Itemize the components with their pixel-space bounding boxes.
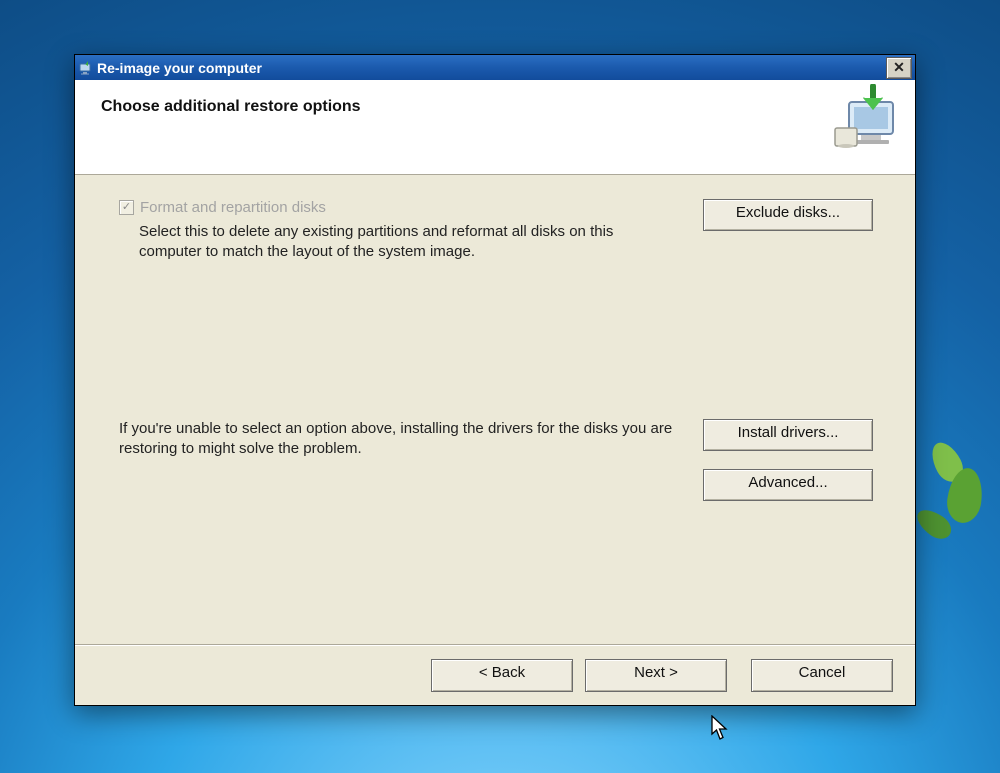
cursor-icon xyxy=(711,715,729,741)
install-drivers-button[interactable]: Install drivers... xyxy=(703,419,873,451)
back-button[interactable]: < Back xyxy=(431,659,573,692)
window-title: Re-image your computer xyxy=(97,60,886,76)
install-drivers-hint: If you're unable to select an option abo… xyxy=(119,419,679,458)
checkmark-icon: ✓ xyxy=(122,202,131,213)
close-button[interactable]: ✕ xyxy=(886,57,912,79)
wizard-header: Choose additional restore options xyxy=(75,80,915,175)
next-button[interactable]: Next > xyxy=(585,659,727,692)
desktop-background: Re-image your computer ✕ Choose addition… xyxy=(0,0,1000,773)
format-repartition-checkbox[interactable]: ✓ xyxy=(119,200,134,215)
checkbox-label: Format and repartition disks xyxy=(140,199,326,216)
app-icon xyxy=(78,60,94,76)
reimage-dialog: Re-image your computer ✕ Choose addition… xyxy=(74,54,916,706)
wizard-footer: < Back Next > Cancel xyxy=(75,645,915,705)
advanced-button[interactable]: Advanced... xyxy=(703,469,873,501)
wizard-body: ✓ Format and repartition disks Select th… xyxy=(75,175,915,645)
cancel-button[interactable]: Cancel xyxy=(751,659,893,692)
page-title: Choose additional restore options xyxy=(101,98,889,116)
exclude-disks-button[interactable]: Exclude disks... xyxy=(703,199,873,231)
close-icon: ✕ xyxy=(893,59,905,76)
titlebar[interactable]: Re-image your computer ✕ xyxy=(75,55,915,80)
restore-computer-icon xyxy=(829,84,907,154)
format-description: Select this to delete any existing parti… xyxy=(139,222,679,261)
